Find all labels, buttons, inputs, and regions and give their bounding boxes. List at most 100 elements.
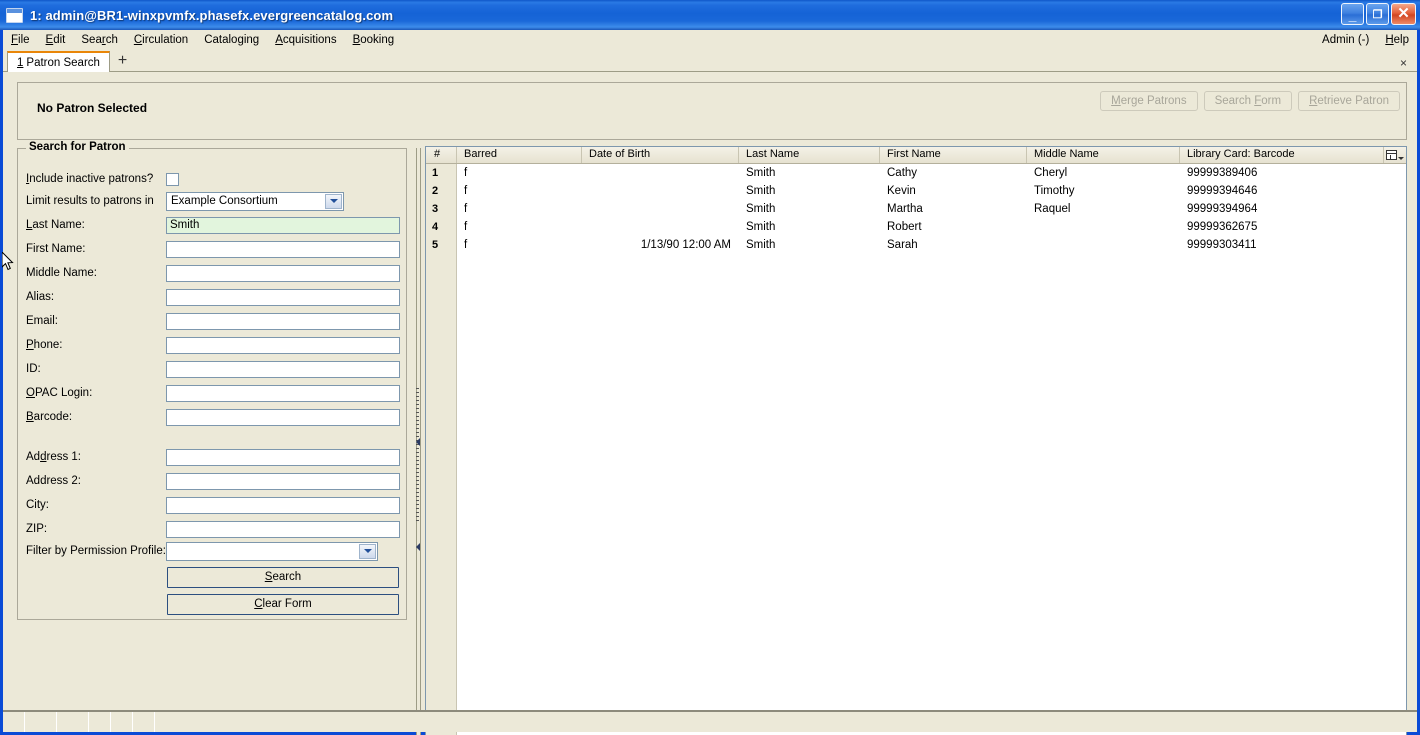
menu-cataloging[interactable]: Cataloging [196,32,267,48]
minimize-button[interactable]: _ [1341,3,1364,25]
address-2-input[interactable] [166,472,400,490]
address-1-input[interactable] [166,448,400,466]
cell-barcode: 99999394646 [1187,185,1258,197]
column-header-num[interactable]: # [426,147,457,163]
cell-dob [582,164,739,182]
maximize-button[interactable]: ❐ [1366,3,1389,25]
permission-profile-select[interactable] [166,541,378,561]
id-label: ID: [26,363,41,375]
cell-middle [1027,236,1180,254]
status-cell-4 [111,712,133,732]
column-header-first[interactable]: First Name [880,147,1027,163]
limit-results-label: Limit results to patrons in [26,195,154,207]
menu-edit[interactable]: Edit [38,32,74,48]
include-inactive-label: Include inactive patrons? [26,173,154,185]
close-tab-button[interactable]: × [1400,56,1407,70]
chevron-down-icon [1398,156,1404,160]
column-header-label: # [434,148,441,160]
column-picker-icon [1386,150,1397,160]
column-header-dob[interactable]: Date of Birth [582,147,739,163]
splitter-grip[interactable] [416,388,419,523]
search-form-button: Search Form [1203,91,1293,111]
menu-search[interactable]: Search [73,32,125,48]
table-row[interactable]: 3 f Smith Martha Raquel 99999394964 [426,200,1406,218]
menu-booking[interactable]: Booking [345,32,403,48]
tab-number: 1 [17,56,24,69]
middle-name-input[interactable] [166,264,400,282]
status-cell-1 [25,712,57,732]
new-tab-button[interactable]: + [110,52,133,70]
minimize-icon: _ [1348,7,1357,23]
cell-barcode: 99999362675 [1187,221,1258,233]
table-row[interactable]: 1 f Smith Cathy Cheryl 99999389406 [426,164,1406,182]
cell-first: Martha [887,203,923,215]
column-header-last[interactable]: Last Name [739,147,880,163]
city-input[interactable] [166,496,400,514]
column-header-barred[interactable]: Barred [457,147,582,163]
menu-help[interactable]: Help [1377,32,1417,48]
cell-last: Smith [746,185,776,197]
column-header-barcode[interactable]: Library Card: Barcode [1180,147,1384,163]
row-phone: Phone: [26,335,400,355]
menu-acquisitions[interactable]: Acquisitions [267,32,344,48]
cell-middle [1027,218,1180,236]
row-address-2: Address 2: [26,471,400,491]
table-row[interactable]: 4 f Smith Robert 99999362675 [426,218,1406,236]
panel-splitter[interactable] [411,148,425,735]
row-opac-login: OPAC Login: [26,383,400,403]
menu-admin[interactable]: Admin (-) [1314,32,1377,48]
close-button[interactable]: ✕ [1391,3,1416,25]
include-inactive-checkbox[interactable] [166,172,179,186]
barcode-label: Barcode: [26,411,73,423]
cell-num: 5 [432,239,439,251]
tab-patron-search[interactable]: 1 Patron Search [7,51,110,72]
column-header-middle[interactable]: Middle Name [1027,147,1180,163]
menu-circulation[interactable]: Circulation [126,32,196,48]
search-button[interactable]: Search [167,566,399,588]
row-email: Email: [26,311,400,331]
row-search-button: Search [167,566,399,588]
application-window: 1: admin@BR1-winxpvmfx.phasefx.evergreen… [0,0,1420,735]
cell-num: 3 [432,203,439,215]
cell-last: Smith [746,167,776,179]
email-input[interactable] [166,312,400,330]
patron-search-panel: Search for Patron Include inactive patro… [17,141,407,693]
cell-barred: f [464,239,468,251]
first-name-input[interactable] [166,240,400,258]
content-area: No Patron Selected Merge Patrons Search F… [3,72,1417,735]
zip-input[interactable] [166,520,400,538]
phone-label: Phone: [26,339,63,351]
row-last-name: Last Name: [26,215,400,235]
status-cell-2 [57,712,89,732]
search-fieldset-legend: Search for Patron [26,141,129,153]
table-row[interactable]: 2 f Smith Kevin Timothy 99999394646 [426,182,1406,200]
last-name-input[interactable] [166,216,400,234]
status-bar [3,710,1417,732]
row-middle-name: Middle Name: [26,263,400,283]
phone-input[interactable] [166,336,400,354]
cell-spacer [1384,182,1406,200]
cell-spacer [1384,218,1406,236]
table-row[interactable]: 5 f 1/13/90 12:00 AM Smith Sarah 99999303411 [426,236,1406,254]
city-label: City: [26,499,49,511]
column-picker-button[interactable] [1384,147,1406,163]
splitter-collapse-right-icon[interactable] [414,543,422,551]
opac-login-label: OPAC Login: [26,387,93,399]
clear-form-button[interactable]: Clear Form [167,593,399,615]
address-1-label: Address 1: [26,451,81,463]
limit-results-select[interactable]: Example Consortium [166,191,344,211]
maximize-icon: ❐ [1372,9,1383,21]
alias-input[interactable] [166,288,400,306]
menu-file[interactable]: File [3,32,38,48]
cell-last: Smith [746,203,776,215]
opac-login-input[interactable] [166,384,400,402]
cell-dob [582,218,739,236]
patron-status-label: No Patron Selected [37,101,148,115]
tab-bar: 1 Patron Search + × [3,50,1417,72]
merge-patrons-button: Merge Patrons [1100,91,1198,111]
splitter-collapse-left-icon[interactable] [414,438,422,446]
id-input[interactable] [166,360,400,378]
barcode-input[interactable] [166,408,400,426]
first-name-label: First Name: [26,243,86,255]
cell-barred: f [464,185,468,197]
